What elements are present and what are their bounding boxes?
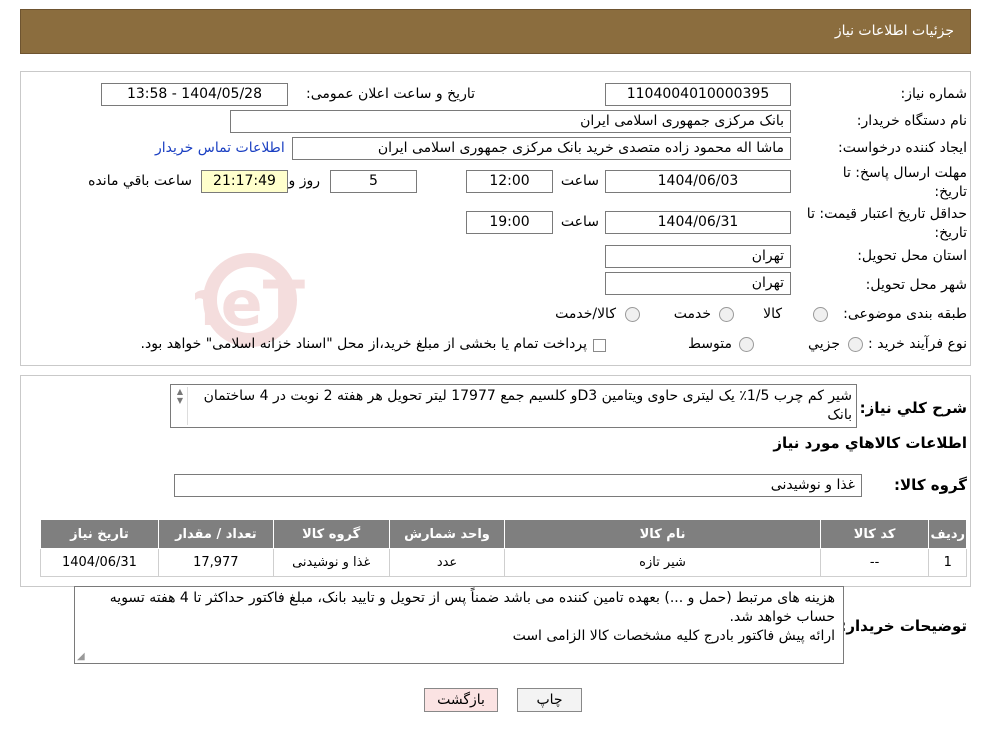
city-field: تهران (605, 272, 791, 295)
creator-label: ایجاد کننده درخواست: (838, 140, 967, 156)
scroll-down-icon[interactable]: ▼ (173, 396, 187, 405)
need-number-label: شماره نیاز: (900, 86, 968, 102)
buyer-notes-textarea[interactable]: هزینه های مرتبط (حمل و ...) بعهده تامین … (74, 586, 844, 664)
remaining-time-field: 21:17:49 (201, 170, 288, 193)
cell-need-date: 1404/06/31 (40, 548, 159, 577)
validity-time-label: ساعت (560, 214, 599, 230)
buyer-notes-label: توضیحات خریدار: (840, 617, 967, 635)
category-option-service: خدمت (673, 306, 711, 322)
category-option-goods-service: کالا/خدمت (555, 306, 616, 322)
validity-date-field: 1404/06/31 (605, 211, 791, 234)
page-title: جزئیات اطلاعات نیاز (834, 23, 954, 39)
goods-group-label: گروه کالا: (894, 476, 967, 494)
deadline-label: مهلت ارسال پاسخ: تا تاریخ: (842, 165, 967, 200)
watermark-text: AriaTender.neT (195, 267, 305, 340)
description-label: شرح کلي نیاز: (859, 399, 967, 417)
description-textarea[interactable]: شیر کم چرب 1/5٪ یک لیتری حاوی ویتامین D3… (170, 384, 857, 428)
col-goods-code: کد کالا (819, 519, 930, 549)
back-button[interactable]: بازگشت (424, 688, 498, 712)
cell-row-number: 1 (928, 548, 967, 577)
goods-table: ردیف کد کالا نام کالا واحد شمارش گروه کا… (40, 519, 967, 577)
col-need-date: تاریخ نیاز (40, 519, 159, 549)
remaining-time-label: ساعت باقي مانده (88, 173, 192, 189)
cell-goods-name: شیر تازه (504, 548, 821, 577)
days-remaining-field: 5 (330, 170, 417, 193)
buyer-notes-line-2: ارائه پیش فاکتور بادرج کلیه مشخصات کالا … (512, 628, 835, 644)
category-radio-service[interactable] (719, 307, 734, 322)
goods-section-title: اطلاعات کالاهاي مورد نیاز (773, 434, 967, 452)
category-radio-goods[interactable] (813, 307, 828, 322)
col-goods-group: گروه کالا (272, 519, 390, 549)
category-option-goods: کالا (763, 306, 782, 322)
buyer-org-label: نام دستگاه خریدار: (856, 113, 967, 129)
category-radio-goods-service[interactable] (625, 307, 640, 322)
goods-group-field: غذا و نوشیدنی (174, 474, 862, 497)
need-number-field: 1104004010000395 (605, 83, 791, 106)
process-radio-minor[interactable] (848, 337, 863, 352)
process-option-minor: جزیي (808, 336, 840, 352)
col-row-number: ردیف (928, 519, 967, 549)
col-goods-name: نام کالا (504, 519, 821, 549)
cell-goods-group: غذا و نوشیدنی (272, 548, 390, 577)
province-label: استان محل تحویل: (857, 248, 967, 264)
buyer-org-field: بانک مرکزی جمهوری اسلامی ایران (230, 110, 791, 133)
buyer-notes-text: هزینه های مرتبط (حمل و ...) بعهده تامین … (85, 589, 835, 646)
buyer-notes-line-1: هزینه های مرتبط (حمل و ...) بعهده تامین … (109, 590, 835, 625)
city-label: شهر محل تحویل: (865, 277, 967, 293)
announce-datetime-field: 1404/05/28 - 13:58 (101, 83, 288, 106)
scroll-up-icon[interactable]: ▲ (173, 387, 187, 396)
resize-handle-icon[interactable]: ◢ (77, 651, 85, 662)
process-radio-medium[interactable] (739, 337, 754, 352)
table-header-row: ردیف کد کالا نام کالا واحد شمارش گروه کا… (40, 519, 967, 549)
process-note: پرداخت تمام یا بخشی از مبلغ خرید،از محل … (140, 336, 587, 352)
col-unit: واحد شمارش (388, 519, 506, 549)
cell-goods-code: -- (819, 548, 930, 577)
creator-field: ماشا اله محمود زاده متصدی خرید بانک مرکز… (292, 137, 791, 160)
cell-quantity: 17,977 (157, 548, 274, 577)
process-option-medium: متوسط (688, 336, 732, 352)
treasury-docs-checkbox[interactable] (593, 339, 606, 352)
table-row: 1 -- شیر تازه عدد غذا و نوشیدنی 17,977 1… (40, 548, 967, 577)
province-field: تهران (605, 245, 791, 268)
buyer-contact-link[interactable]: اطلاعات تماس خریدار (155, 140, 285, 156)
description-text: شیر کم چرب 1/5٪ یک لیتری حاوی ویتامین D3… (203, 388, 852, 423)
announce-label: تاریخ و ساعت اعلان عمومی: (306, 86, 475, 102)
page-header: جزئیات اطلاعات نیاز (20, 9, 971, 54)
deadline-time-field: 12:00 (466, 170, 553, 193)
category-label: طبقه بندی موضوعی: (843, 306, 967, 322)
validity-time-field: 19:00 (466, 211, 553, 234)
cell-unit: عدد (388, 548, 506, 577)
col-quantity: تعداد / مقدار (157, 519, 274, 549)
description-scrollbar[interactable]: ▲ ▼ (173, 387, 188, 425)
print-button[interactable]: چاپ (517, 688, 582, 712)
deadline-date-field: 1404/06/03 (605, 170, 791, 193)
days-label: روز و (288, 173, 321, 189)
process-type-label: نوع فرآیند خرید : (868, 336, 967, 352)
deadline-time-label: ساعت (560, 173, 599, 189)
validity-label: حداقل تاریخ اعتبار قیمت: تا تاریخ: (806, 206, 967, 241)
